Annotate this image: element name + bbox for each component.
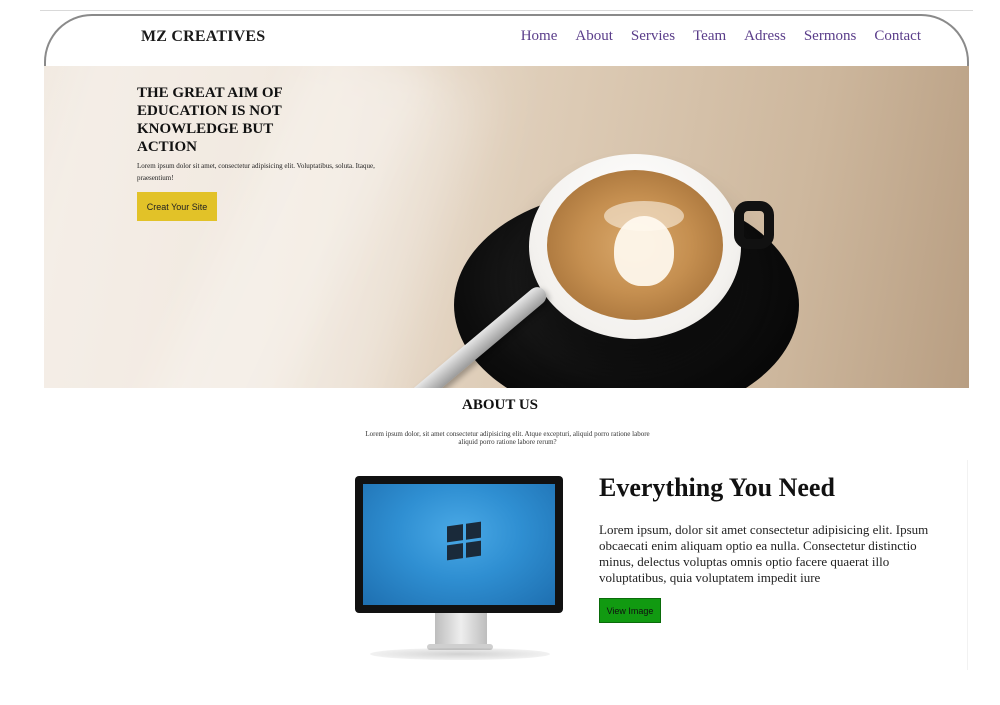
navbar: MZ CREATIVES Home About Servies Team Adr… (44, 14, 969, 66)
nav-home[interactable]: Home (521, 28, 558, 45)
nav-address[interactable]: Adress (744, 28, 786, 45)
feature-title: Everything You Need (599, 473, 835, 502)
monitor-screen (363, 484, 555, 605)
brand-logo[interactable]: MZ CREATIVES (141, 28, 265, 46)
nav-team[interactable]: Team (693, 28, 726, 45)
top-divider (40, 10, 973, 11)
create-site-button[interactable]: Creat Your Site (137, 192, 217, 221)
nav-about[interactable]: About (575, 28, 613, 45)
hero-text: Lorem ipsum dolor sit amet, consectetur … (137, 162, 375, 182)
nav-services[interactable]: Servies (631, 28, 675, 45)
monitor-image (355, 476, 563, 613)
nav-links: Home About Servies Team Adress Sermons C… (521, 28, 921, 45)
hero-title: THE GREAT AIM OF EDUCATION IS NOT KNOWLE… (137, 85, 283, 155)
feature-text: Lorem ipsum, dolor sit amet consectetur … (599, 522, 929, 585)
cup-handle-image (734, 201, 774, 249)
latte-art-image (614, 216, 674, 286)
nav-sermons[interactable]: Sermons (804, 28, 857, 45)
view-image-button[interactable]: View Image (599, 598, 661, 623)
about-title: ABOUT US (462, 397, 538, 413)
nav-contact[interactable]: Contact (874, 28, 921, 45)
windows-logo-icon (447, 521, 481, 561)
about-text: Lorem ipsum dolor, sit amet consectetur … (365, 430, 650, 446)
